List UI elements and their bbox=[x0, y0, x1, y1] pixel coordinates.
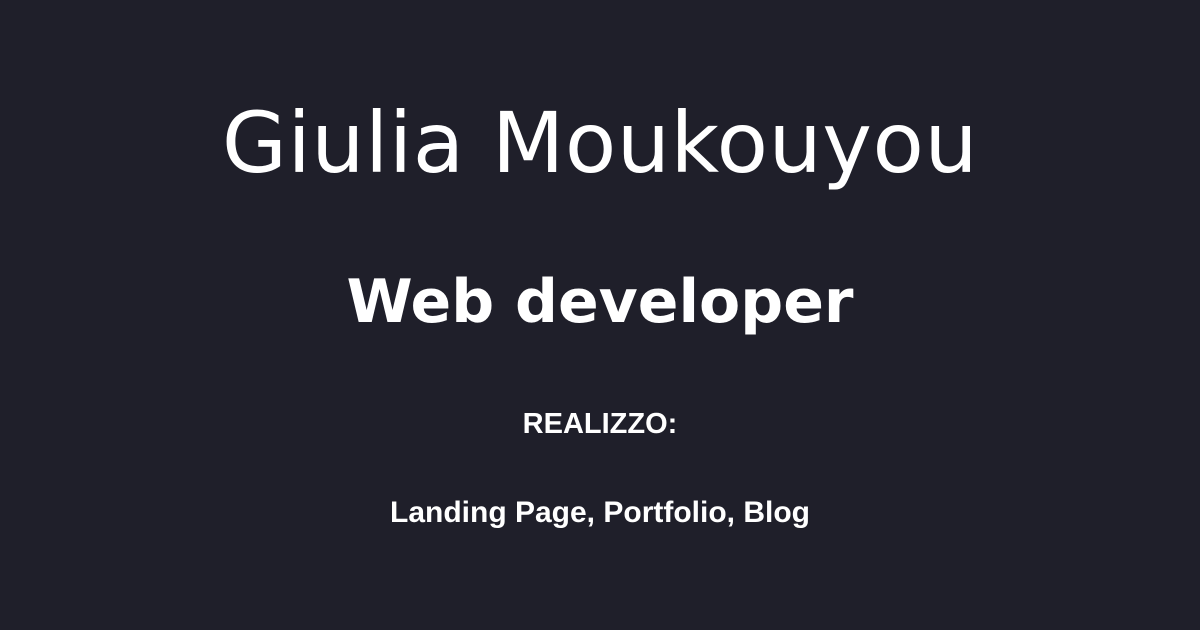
job-title: Web developer bbox=[346, 267, 854, 337]
services-list: Landing Page, Portfolio, Blog bbox=[390, 496, 810, 529]
social-card: Giulia Moukouyou Web developer REALIZZO:… bbox=[0, 0, 1200, 630]
services-heading: REALIZZO: bbox=[522, 408, 678, 440]
person-name: Giulia Moukouyou bbox=[221, 94, 979, 192]
